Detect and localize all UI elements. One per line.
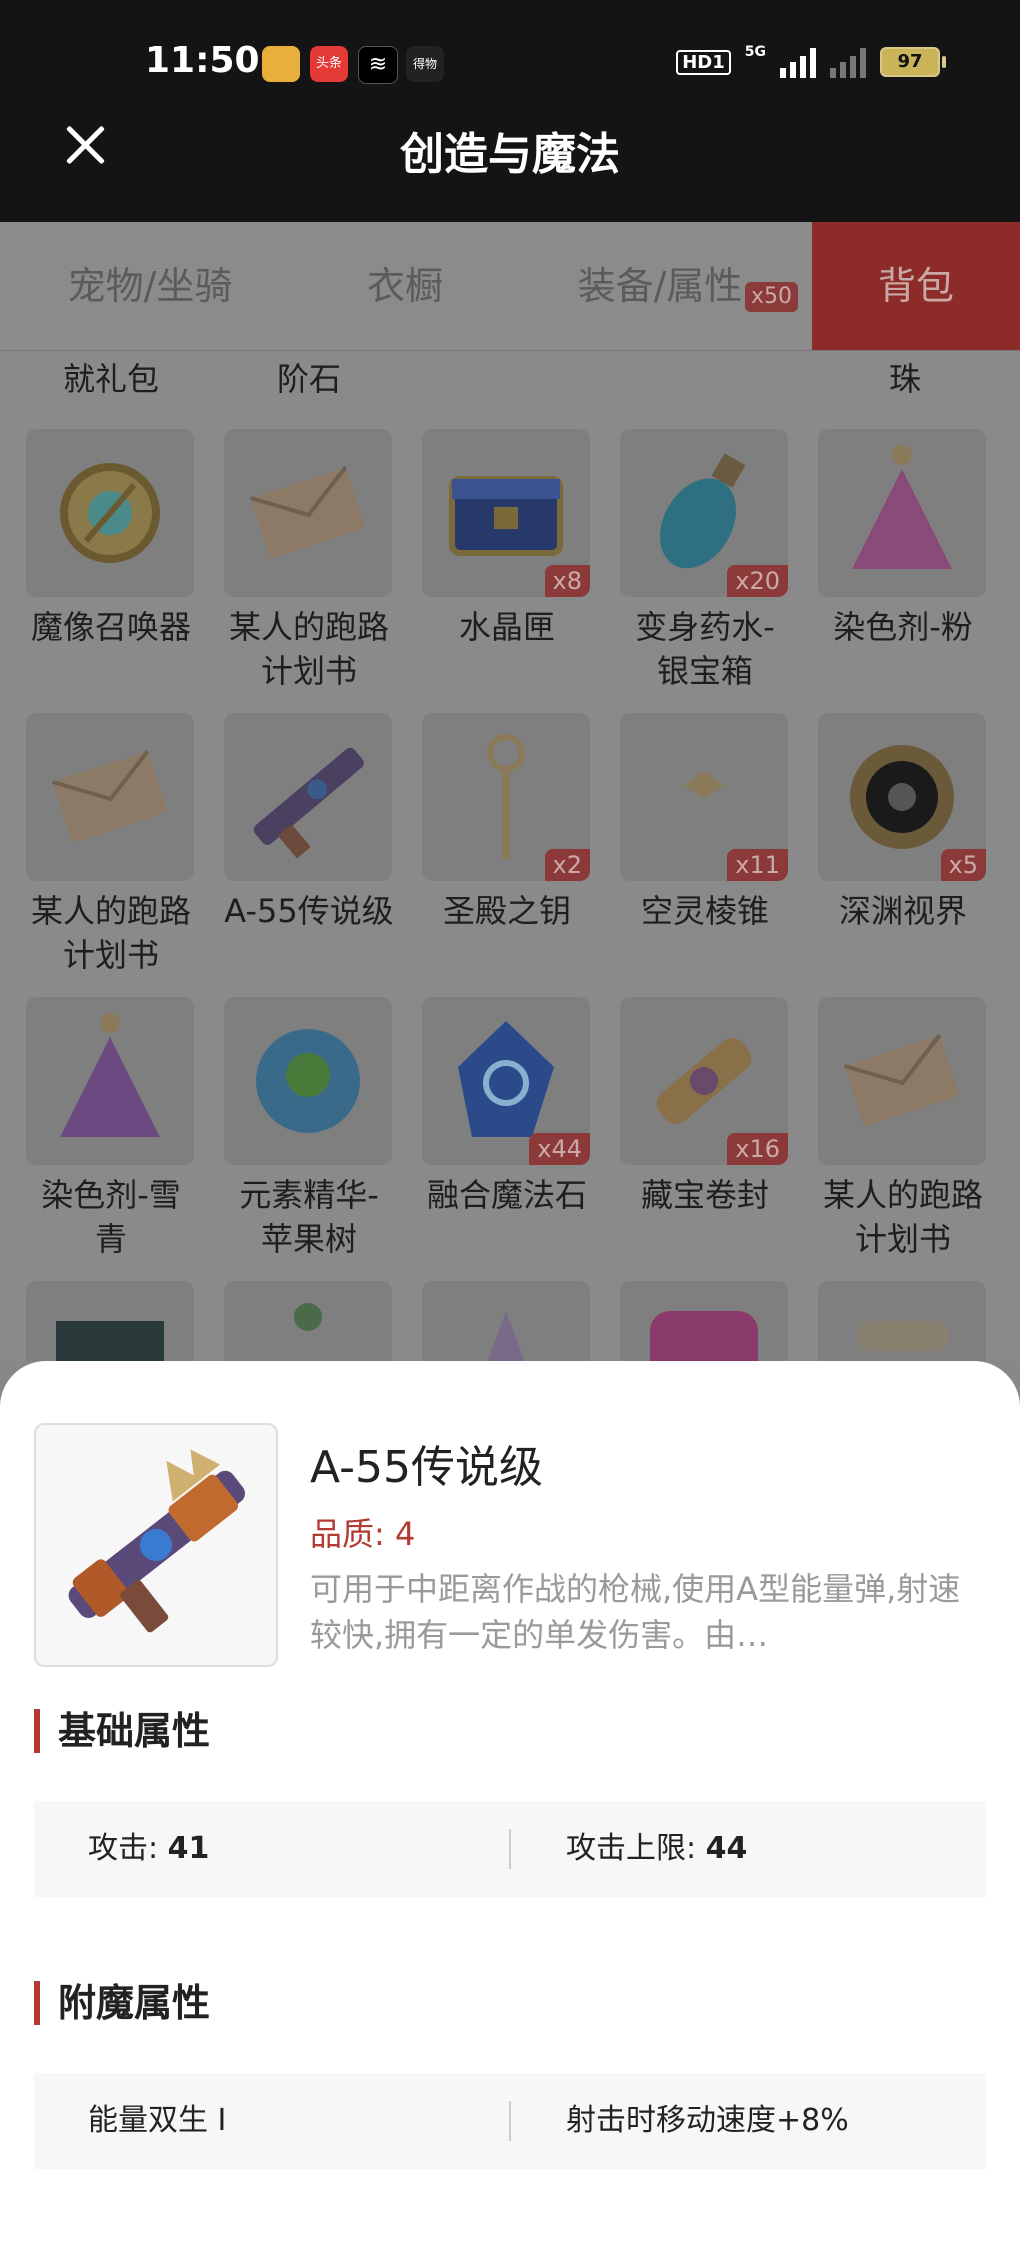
dewu-app-icon: 得物	[406, 46, 444, 82]
item-name: 魔像召唤器	[30, 608, 191, 646]
tab-equipment[interactable]: 装备/属性 x50	[510, 222, 810, 350]
item-thumb-partial	[224, 1281, 392, 1361]
item-name: 融合魔法石	[426, 1176, 587, 1214]
purple-dye-icon	[26, 997, 194, 1165]
magic-stone-icon: x44	[422, 997, 590, 1165]
signal-secondary-icon	[830, 46, 866, 78]
base-attributes-heading: 基础属性	[34, 1709, 210, 1753]
page-title: 创造与魔法	[400, 129, 620, 180]
enchant-attr: 能量双生 I	[88, 2103, 227, 2138]
status-time: 11:50	[145, 40, 260, 81]
tab-wardrobe[interactable]: 衣橱	[300, 222, 510, 350]
item-quantity: x16	[727, 1133, 788, 1165]
item-description: 可用于中距离作战的枪械,使用A型能量弹,射速较快,拥有一定的单发伤害。由…	[310, 1570, 961, 1654]
battery-icon: 97	[880, 47, 946, 77]
tab-label: 宠物/坐骑	[67, 264, 233, 308]
quality-label: 品质:	[310, 1515, 385, 1553]
element-orb-icon	[224, 997, 392, 1165]
item-quantity: x11	[727, 849, 788, 881]
attr-divider	[509, 1829, 511, 1869]
tab-bar: 宠物/坐骑 衣橱 装备/属性 x50 背包	[0, 222, 1020, 351]
item-quality: 品质: 4	[310, 1509, 415, 1555]
tab-label: 装备/属性	[577, 264, 743, 308]
gun-icon	[224, 713, 392, 881]
attr-value: 41	[167, 1831, 210, 1866]
weibo-app-icon	[262, 46, 300, 82]
attr-value: 44	[705, 1831, 748, 1866]
item-quantity: x20	[727, 565, 788, 597]
hd-indicator: HD1	[676, 49, 731, 75]
signal-icon	[780, 46, 816, 78]
item-thumb-partial	[818, 1281, 986, 1361]
item-quantity: x5	[940, 849, 986, 881]
item-quantity: x2	[544, 849, 590, 881]
item-name: 就礼包	[62, 360, 159, 398]
golem-summoner-icon	[26, 429, 194, 597]
capcut-app-icon: ≋	[358, 46, 398, 84]
inventory-grid: 就礼包 阶石 珠 魔像召唤器 某人的跑路 计划书 x8 水晶匣 x20 变身药水…	[0, 351, 1020, 1361]
gun-icon	[68, 1449, 245, 1633]
status-bar: 11:50 头条 ≋ 得物 HD1 5G 97	[0, 0, 1020, 130]
item-name: 变身药水-	[635, 608, 775, 646]
item-thumb-partial	[422, 1281, 590, 1361]
pyramid-icon: x11	[620, 713, 788, 881]
crystal-chest-icon: x8	[422, 429, 590, 597]
item-name: 某人的跑路	[228, 608, 389, 646]
attr-divider	[509, 2101, 511, 2141]
envelope-icon	[26, 713, 194, 881]
item-name-line2: 计划书	[854, 1220, 951, 1258]
status-indicators: HD1 5G 97	[676, 44, 946, 78]
item-name: 某人的跑路	[30, 892, 191, 930]
tab-backpack[interactable]: 背包	[812, 222, 1020, 350]
item-name: 水晶匣	[458, 608, 555, 646]
envelope-icon	[818, 997, 986, 1165]
treasure-scroll-icon: x16	[620, 997, 788, 1165]
attack-max-attr: 攻击上限: 44	[566, 1801, 747, 1897]
tab-pets-mounts[interactable]: 宠物/坐骑	[0, 222, 300, 350]
item-thumb-partial	[620, 1281, 788, 1361]
tab-label: 衣橱	[366, 264, 443, 308]
abyss-vision-icon: x5	[818, 713, 986, 881]
base-attributes-row: 攻击: 41 攻击上限: 44	[34, 1801, 986, 1897]
tab-badge: x50	[744, 282, 798, 312]
item-name: 某人的跑路	[822, 1176, 983, 1214]
item-name: 染色剂-雪	[41, 1176, 181, 1214]
item-detail-sheet: A-55传说级 品质: 4 可用于中距离作战的枪械,使用A型能量弹,射速较快,拥…	[0, 1361, 1020, 2267]
item-name-line2: 计划书	[62, 936, 159, 974]
item-name: 空灵棱锥	[640, 892, 769, 930]
item-name: 藏宝卷封	[640, 1176, 769, 1214]
item-name-line2: 苹果树	[260, 1220, 357, 1258]
item-quantity: x8	[544, 565, 590, 597]
item-quantity: x44	[529, 1133, 590, 1165]
attr-label: 攻击上限:	[566, 1831, 697, 1866]
potion-bottle-icon: x20	[620, 429, 788, 597]
item-name: 染色剂-粉	[833, 608, 973, 646]
enchant-attributes-row: 能量双生 I 射击时移动速度+8%	[34, 2073, 986, 2169]
toutiao-app-icon: 头条	[310, 46, 348, 82]
item-name: 阶石	[276, 360, 341, 398]
tab-label: 背包	[877, 264, 954, 308]
item-name-line2: 银宝箱	[656, 652, 753, 690]
attr-label: 攻击:	[88, 1831, 159, 1866]
item-name-line2: 计划书	[260, 652, 357, 690]
quality-value: 4	[394, 1515, 416, 1553]
network-type: 5G	[744, 44, 766, 60]
item-detail-title: A-55传说级	[310, 1442, 543, 1493]
item-thumb-partial	[26, 1281, 194, 1361]
enchant-attr: 射击时移动速度+8%	[566, 2103, 849, 2138]
item-detail-image	[34, 1423, 278, 1667]
item-name: 珠	[888, 360, 921, 398]
item-name: 深渊视界	[838, 892, 967, 930]
item-name: 圣殿之钥	[442, 892, 571, 930]
enchant-attributes-heading: 附魔属性	[34, 1981, 210, 2025]
key-icon: x2	[422, 713, 590, 881]
item-name-line2: 青	[94, 1220, 127, 1258]
item-name: 元素精华-	[239, 1176, 379, 1214]
pink-dye-icon	[818, 429, 986, 597]
envelope-icon	[224, 429, 392, 597]
item-name: A-55传说级	[224, 892, 394, 930]
attack-attr: 攻击: 41	[88, 1801, 209, 1897]
